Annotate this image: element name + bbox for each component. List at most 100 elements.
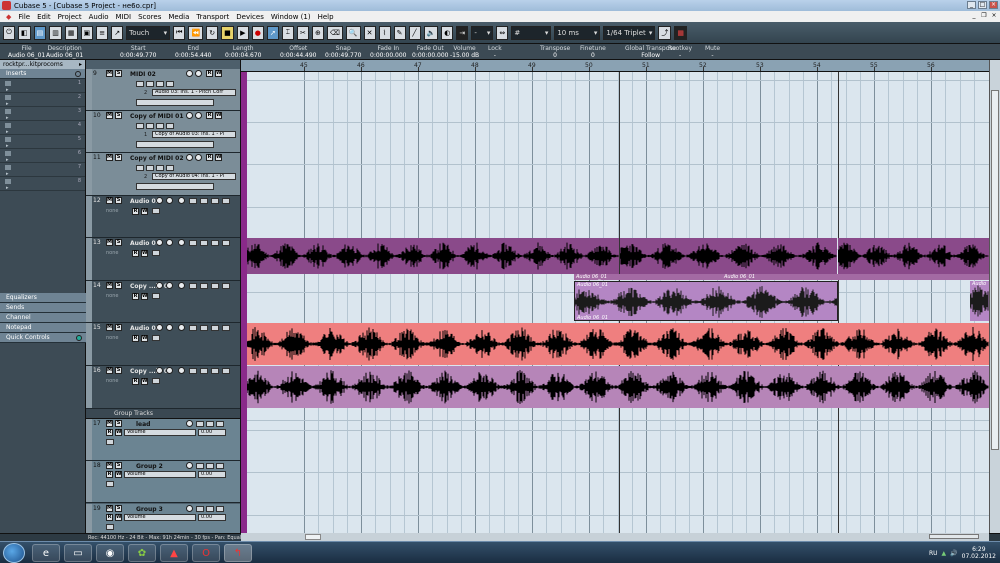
infoline-value[interactable]: 0 — [580, 52, 606, 59]
freeze-button[interactable] — [216, 421, 224, 427]
time-warp-tool[interactable]: ⌇ — [378, 25, 391, 40]
record-enable-button[interactable] — [186, 154, 193, 161]
horizontal-scroll-thumb[interactable] — [305, 534, 321, 540]
constrain-delay-button[interactable]: ◧ — [18, 25, 31, 40]
monitor-button[interactable] — [195, 112, 202, 119]
erase-tool[interactable]: ⌫ — [326, 25, 343, 40]
lane-button[interactable] — [189, 283, 197, 289]
track-lock-button[interactable] — [222, 325, 230, 331]
read-automation-button[interactable]: R — [206, 112, 213, 119]
record-enable-button[interactable] — [186, 112, 193, 119]
infoline-value[interactable]: 0:00:44.490 — [280, 52, 317, 59]
track-chord-icon[interactable] — [166, 81, 174, 87]
audio-event[interactable] — [247, 323, 989, 365]
track-lock-button[interactable] — [222, 240, 230, 246]
solo-button[interactable]: S — [115, 505, 122, 512]
show-inspector-button[interactable]: ▤ — [33, 25, 47, 40]
automation-parameter[interactable]: Volume — [124, 429, 196, 436]
midi-output-routing[interactable]: Copy of Audio 03: Ins. 1 - Pi — [152, 131, 236, 138]
track-insert-icon[interactable] — [156, 165, 164, 171]
automation-lane-icon[interactable] — [106, 439, 114, 445]
edit-channel-button[interactable] — [186, 420, 193, 427]
mute-button[interactable]: M — [106, 324, 113, 331]
record-enable-button[interactable] — [156, 282, 163, 289]
track-folder-icon[interactable] — [152, 250, 160, 256]
solo-button[interactable]: S — [115, 239, 122, 246]
tray-network-icon[interactable]: ▲ — [942, 550, 947, 557]
insert-bypass-checkbox[interactable] — [5, 81, 11, 86]
read-automation-button[interactable]: R — [106, 514, 113, 521]
write-automation-button[interactable]: W — [115, 429, 122, 436]
lane-button[interactable] — [189, 368, 197, 374]
taskbar-app-chrome-icon[interactable]: ◉ — [96, 544, 124, 562]
freeze-button[interactable] — [216, 463, 224, 469]
show-infoline-button[interactable]: ▥ — [49, 25, 62, 40]
record-enable-button[interactable] — [156, 197, 163, 204]
audio-event[interactable]: Audio — [970, 281, 989, 321]
infoline-value[interactable]: - — [705, 52, 720, 59]
automation-lane-icon[interactable] — [106, 481, 114, 487]
write-automation-button[interactable]: W — [215, 70, 222, 77]
infoline-field[interactable]: Fade In 0:00:00.000 — [370, 45, 407, 59]
mute-button[interactable]: M — [106, 70, 113, 77]
taskbar-app-opera-icon[interactable]: O — [192, 544, 220, 562]
zoom-tool[interactable]: 🔍 — [345, 25, 361, 40]
track-name[interactable]: Copy of MIDI 02 — [130, 155, 184, 162]
track-name[interactable]: MIDI 02 — [130, 71, 156, 78]
track-folder-icon[interactable] — [152, 335, 160, 341]
mute-button[interactable]: M — [106, 239, 113, 246]
automation-parameter[interactable]: Volume — [124, 514, 196, 521]
read-automation-button[interactable]: R — [132, 208, 139, 215]
horizontal-scrollbar[interactable] — [241, 533, 989, 541]
solo-button[interactable]: S — [115, 282, 122, 289]
menu-edit[interactable]: Edit — [37, 13, 51, 21]
infoline-value[interactable]: Audio 06_01 — [8, 52, 45, 59]
read-automation-button[interactable]: R — [132, 378, 139, 385]
track-header[interactable]: 9 M S MIDI 02 R W 2 Audio 03: Ins. 1 - Pitch Co… — [86, 69, 240, 111]
infoline-value[interactable]: 0:00:04.670 — [225, 52, 262, 59]
freeze-button[interactable] — [211, 368, 219, 374]
sends-section[interactable]: Sends — [0, 303, 86, 313]
menu-project[interactable]: Project — [58, 13, 82, 21]
color-tool[interactable]: ◐ — [441, 25, 454, 40]
taskbar-app-ie-icon[interactable]: e — [32, 544, 60, 562]
insert-bypass-button[interactable] — [200, 325, 208, 331]
play-tool[interactable]: 🔈 — [423, 25, 439, 40]
quantize-type-dropdown[interactable]: 1/64 Triplet ▾ — [603, 25, 656, 40]
start-button[interactable] — [3, 543, 25, 563]
insert-slot[interactable]: ▸ 6 — [0, 149, 85, 163]
object-selection-tool[interactable]: ➚ — [266, 25, 279, 40]
open-pool-button[interactable]: ▣ — [80, 25, 94, 40]
taskbar-app-warning-icon[interactable]: ▲ — [160, 544, 188, 562]
maximize-button[interactable]: □ — [978, 1, 987, 9]
track-insert-icon[interactable] — [156, 123, 164, 129]
record-enable-button[interactable] — [156, 239, 163, 246]
infoline-value[interactable]: 0:00:00.000 — [412, 52, 449, 59]
lane-button[interactable] — [196, 421, 204, 427]
insert-slot[interactable]: ▸ 5 — [0, 135, 85, 149]
track-header[interactable]: 16 M S Copy ...io 08 none R W — [86, 366, 240, 409]
iterative-quantize-button[interactable]: ⤴ — [658, 25, 672, 40]
track-insert-icon[interactable] — [156, 81, 164, 87]
track-header[interactable]: 14 M S Copy ...io 06 none R W — [86, 281, 240, 323]
ruler[interactable]: 45 46 47 48 49 50 51 52 53 54 55 56 — [241, 60, 989, 72]
tray-volume-icon[interactable]: 🔊 — [950, 550, 957, 557]
cycle-button[interactable]: ↻ — [206, 25, 219, 40]
group-track-header[interactable]: 17 M Slead R W Volume 0.00 — [86, 419, 240, 461]
insert-bypass-checkbox[interactable] — [5, 123, 11, 128]
activate-project-button[interactable]: ⏻ — [3, 25, 15, 40]
rewind-button[interactable]: ⏪ — [188, 25, 204, 40]
monitor-button[interactable] — [166, 239, 173, 246]
track-header[interactable]: 10 M S Copy of MIDI 01 R W 1 Copy of Audio 03: … — [86, 111, 240, 153]
track-lane-icon[interactable] — [146, 81, 154, 87]
mute-button[interactable]: M — [106, 112, 113, 119]
insert-slot[interactable]: ▸ 2 — [0, 93, 85, 107]
insert-slot[interactable]: ▸ 4 — [0, 121, 85, 135]
mute-button[interactable]: M — [106, 462, 113, 469]
read-automation-button[interactable]: R — [206, 70, 213, 77]
track-lane[interactable] — [247, 421, 989, 431]
lane-button[interactable] — [189, 198, 197, 204]
midi-device-field[interactable] — [136, 183, 214, 190]
clock[interactable]: 6:29 07.02.2012 — [962, 546, 996, 560]
mute-button[interactable]: M — [106, 420, 113, 427]
